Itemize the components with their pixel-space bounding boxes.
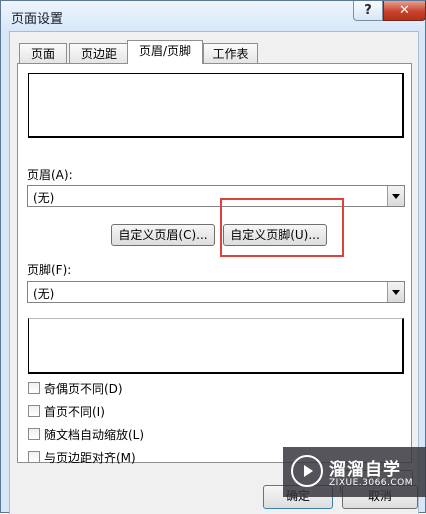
different-first-page-label: 首页不同(I) [44,405,105,419]
header-dropdown-button[interactable] [387,186,404,206]
tab-sheet[interactable]: 工作表 [203,43,258,64]
watermark-url: ZIXUE.3066.COM [329,478,414,488]
page-setup-dialog: 页面设置 ? ✕ 页面 页边距 页眉/页脚 工作表 页眉(A): (无) 自定义… [0,0,426,514]
question-mark-icon: ? [364,3,372,18]
chevron-down-icon [392,290,400,295]
title-bar: 页面设置 ? ✕ [1,1,426,31]
custom-header-button[interactable]: 自定义页眉(C)... [111,224,215,246]
footer-label: 页脚(F): [27,263,72,277]
watermark-overlay: 溜溜自学 ZIXUE.3066.COM [283,447,426,497]
different-first-page-checkbox[interactable] [28,405,40,417]
header-footer-panel: 页眉(A): (无) 自定义页眉(C)... 自定义页脚(U)... 页脚(F)… [17,63,413,494]
watermark-title: 溜溜自学 [329,460,401,480]
footer-preview [28,318,404,374]
play-logo-icon [291,455,323,487]
tab-page[interactable]: 页面 [19,43,67,64]
header-label: 页眉(A): [27,168,73,182]
close-button[interactable]: ✕ [383,1,426,21]
footer-select[interactable]: (无) [27,281,405,303]
scale-with-document-label: 随文档自动缩放(L) [44,428,145,442]
footer-select-value: (无) [33,287,55,301]
scale-with-document-checkbox[interactable] [28,428,40,440]
header-select-value: (无) [33,191,55,205]
close-icon: ✕ [399,3,410,18]
odd-even-pages-checkbox[interactable] [28,382,40,394]
tab-header-footer[interactable]: 页眉/页脚 [127,40,203,64]
highlight-annotation [220,198,344,257]
chevron-down-icon [392,194,400,199]
align-with-margins-label: 与页边距对齐(M) [44,451,136,465]
align-with-margins-checkbox[interactable] [28,451,40,463]
tab-margins[interactable]: 页边距 [69,43,129,64]
dialog-body: 页面 页边距 页眉/页脚 工作表 页眉(A): (无) 自定义页眉(C)... … [9,31,419,514]
help-button[interactable]: ? [353,1,383,21]
dialog-title: 页面设置 [11,12,64,27]
header-preview [28,73,404,138]
odd-even-pages-label: 奇偶页不同(D) [44,382,123,396]
footer-dropdown-button[interactable] [387,282,404,302]
header-select[interactable]: (无) [27,185,405,207]
